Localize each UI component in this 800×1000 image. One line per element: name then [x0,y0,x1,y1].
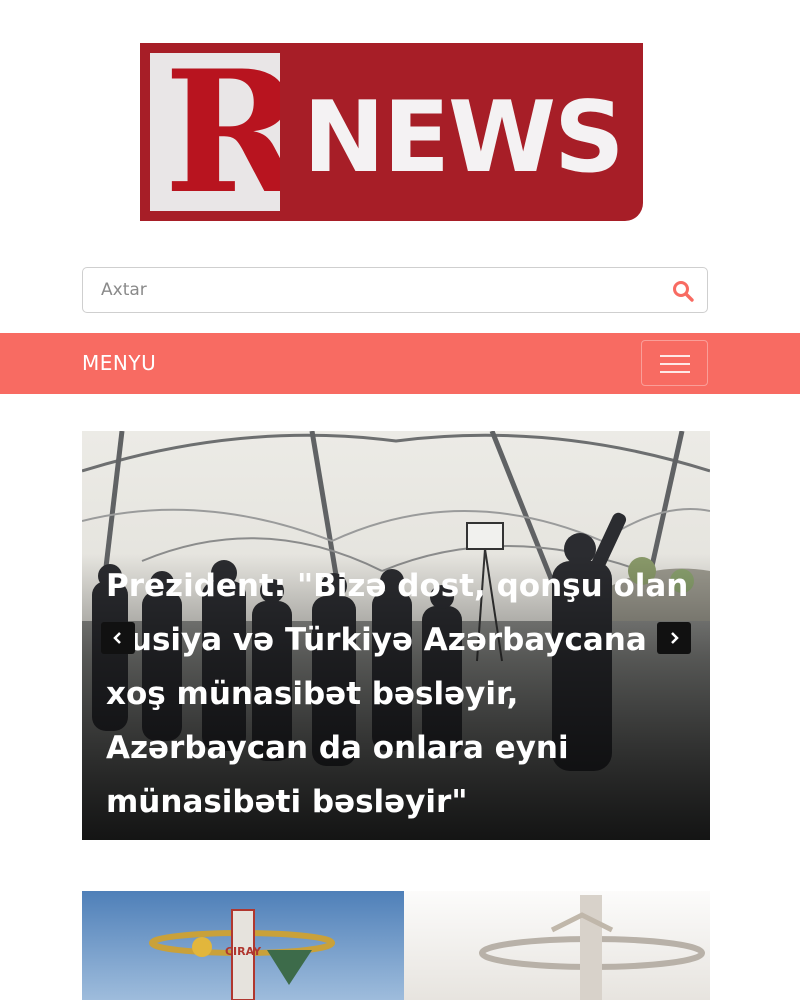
logo-letter: R [164,53,280,211]
hamburger-icon[interactable] [641,340,708,386]
logo-letter-box: R [150,53,280,211]
news-thumbnail[interactable]: CIRAY [82,875,710,1000]
search-icon[interactable] [671,279,695,303]
main-nav-bar: MENYU [0,333,800,394]
site-logo[interactable]: R NEWS [140,43,643,221]
featured-slider[interactable]: Prezident: "Bizə dost, qonşu olan Rusiya… [82,431,710,840]
chevron-left-icon [113,632,121,644]
logo-wordmark: NEWS [303,81,625,195]
menu-label: MENYU [82,351,157,375]
search-input[interactable] [83,268,643,312]
slider-prev-button[interactable] [101,622,135,654]
chevron-right-icon [671,632,679,644]
thumbnail-image: CIRAY [82,875,710,1000]
slider-next-button[interactable] [657,622,691,654]
monument-sign: CIRAY [225,945,262,958]
slide-headline[interactable]: Prezident: "Bizə dost, qonşu olan Rusiya… [106,559,696,829]
search-bar [82,267,708,313]
